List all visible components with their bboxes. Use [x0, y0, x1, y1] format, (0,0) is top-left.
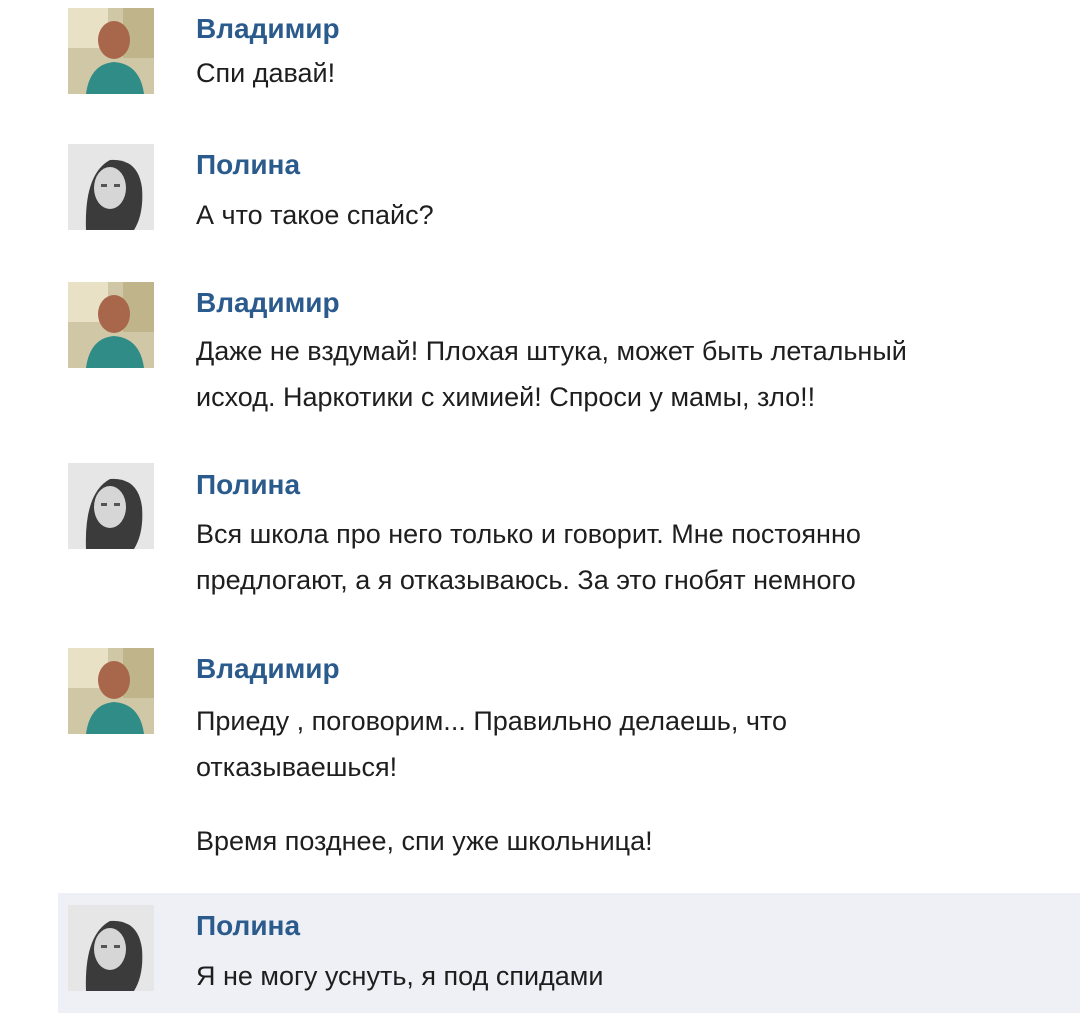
avatar[interactable]: [68, 648, 154, 734]
author-name[interactable]: Полина: [196, 148, 300, 182]
message-text: Даже не вздумай! Плохая штука, может быт…: [196, 328, 1056, 420]
message-item: Полина А что такое спайс?: [0, 130, 1080, 250]
message-item: Владимир Даже не вздумай! Плохая штука, …: [0, 270, 1080, 440]
author-name[interactable]: Владимир: [196, 652, 340, 686]
girl-photo-avatar-icon: [68, 463, 154, 549]
message-text: Приеду , поговорим... Правильно делаешь,…: [196, 698, 1056, 790]
message-text: Вся школа про него только и говорит. Мне…: [196, 511, 1056, 603]
message-item-highlighted: Полина Я не могу уснуть, я под спидами: [58, 893, 1080, 1013]
avatar[interactable]: [68, 463, 154, 549]
avatar[interactable]: [68, 282, 154, 368]
message-line: Время позднее, спи уже школьница!: [196, 826, 653, 856]
avatar[interactable]: [68, 905, 154, 991]
message-item: Владимир Спи давай!: [0, 0, 1080, 120]
author-name[interactable]: Полина: [196, 468, 300, 502]
message-item: Полина Вся школа про него только и говор…: [0, 455, 1080, 625]
girl-photo-avatar-icon: [68, 144, 154, 230]
man-photo-avatar-icon: [68, 648, 154, 734]
message-text: Я не могу уснуть, я под спидами: [196, 953, 1056, 999]
man-photo-avatar-icon: [68, 8, 154, 94]
avatar[interactable]: [68, 8, 154, 94]
author-name[interactable]: Полина: [196, 909, 300, 943]
message-line: предлогают, а я отказываюсь. За это гноб…: [196, 565, 856, 595]
message-text: Спи давай!: [196, 50, 1056, 96]
message-text: А что такое спайс?: [196, 192, 1056, 238]
message-line: Приеду , поговорим... Правильно делаешь,…: [196, 706, 787, 736]
avatar[interactable]: [68, 144, 154, 230]
message-line: Спи давай!: [196, 58, 336, 88]
message-line: Я не могу уснуть, я под спидами: [196, 961, 604, 991]
message-line: исход. Наркотики с химией! Спроси у мамы…: [196, 382, 816, 412]
man-photo-avatar-icon: [68, 282, 154, 368]
message-line: отказываешься!: [196, 752, 398, 782]
girl-photo-avatar-icon: [68, 905, 154, 991]
message-line: Вся школа про него только и говорит. Мне…: [196, 519, 861, 549]
message-item: Владимир Приеду , поговорим... Правильно…: [0, 640, 1080, 880]
author-name[interactable]: Владимир: [196, 12, 340, 46]
message-line: Даже не вздумай! Плохая штука, может быт…: [196, 336, 907, 366]
message-line: А что такое спайс?: [196, 200, 434, 230]
message-text-continued: Время позднее, спи уже школьница!: [196, 818, 1056, 864]
author-name[interactable]: Владимир: [196, 286, 340, 320]
